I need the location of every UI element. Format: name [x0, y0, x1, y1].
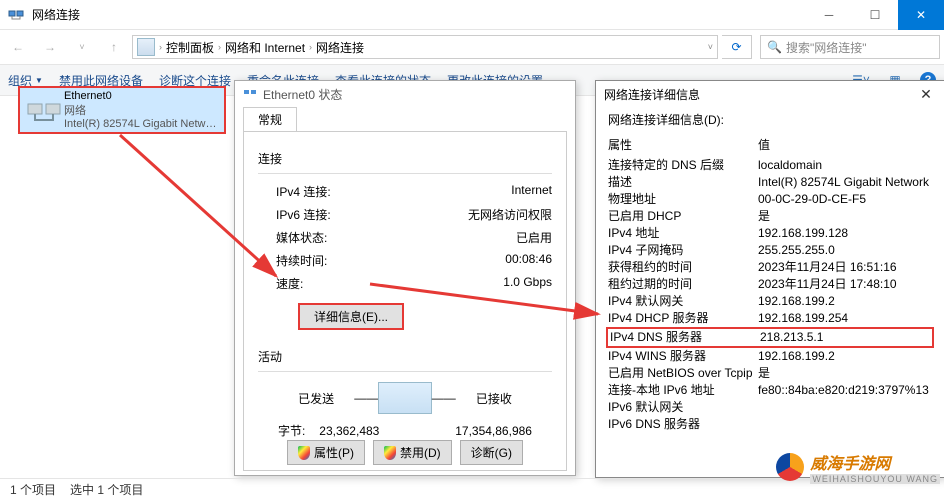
- details-body: 连接特定的 DNS 后缀localdomain描述Intel(R) 82574L…: [596, 155, 944, 441]
- adapter-desc: Intel(R) 82574L Gigabit Networ...: [64, 118, 220, 130]
- details-close-button[interactable]: ✕: [916, 86, 936, 103]
- details-row: 物理地址00-0C-29-0D-CE-F5: [608, 191, 932, 208]
- details-row: IPv6 默认网关: [608, 399, 932, 416]
- refresh-button[interactable]: ⟳: [722, 35, 752, 59]
- window-title-bar: 网络连接 ─ ☐ ✕: [0, 0, 944, 30]
- disable-button[interactable]: 禁用(D): [373, 440, 452, 465]
- crumb-2[interactable]: 网络和 Internet: [225, 39, 305, 56]
- crumb-dropdown[interactable]: ˅: [708, 42, 713, 52]
- maximize-button[interactable]: ☐: [852, 0, 898, 30]
- activity-icon: [378, 382, 431, 414]
- details-row: IPv4 地址192.168.199.128: [608, 225, 932, 242]
- details-row: 已启用 NetBIOS over Tcpip是: [608, 365, 932, 382]
- status-dialog: Ethernet0 状态 常规 连接 IPv4 连接:Internet IPv6…: [234, 80, 576, 476]
- crumb-3[interactable]: 网络连接: [316, 39, 364, 56]
- item-count: 1 个项目: [10, 481, 56, 498]
- shield-icon: [298, 446, 310, 460]
- watermark: 威海手游网 WEIHAISHOUYOU WANG: [776, 450, 940, 484]
- bytes-sent: 23,362,483: [319, 424, 379, 438]
- tab-general[interactable]: 常规: [243, 107, 297, 131]
- details-button[interactable]: 详细信息(E)...: [298, 303, 404, 330]
- details-row: IPv4 WINS 服务器192.168.199.2: [608, 348, 932, 365]
- adapter-name: Ethernet0: [64, 90, 220, 102]
- details-title: 网络连接详细信息: [604, 86, 916, 103]
- details-row: 租约过期的时间2023年11月24日 17:48:10: [608, 276, 932, 293]
- location-icon: [137, 38, 155, 56]
- adapter-net: 网络: [64, 102, 220, 118]
- details-row: 已启用 DHCP是: [608, 208, 932, 225]
- network-icon: [8, 7, 24, 23]
- details-row: 连接特定的 DNS 后缀localdomain: [608, 157, 932, 174]
- details-row: 描述Intel(R) 82574L Gigabit Network Connec…: [608, 174, 932, 191]
- diagnose-button2[interactable]: 诊断(G): [460, 440, 523, 465]
- details-subtitle: 网络连接详细信息(D):: [596, 107, 944, 134]
- details-row: IPv4 DHCP 服务器192.168.199.254: [608, 310, 932, 327]
- details-row: IPv6 DNS 服务器: [608, 416, 932, 433]
- shield-icon: [384, 446, 396, 460]
- details-dialog: 网络连接详细信息 ✕ 网络连接详细信息(D): 属性 值 连接特定的 DNS 后…: [595, 80, 944, 478]
- selected-count: 选中 1 个项目: [70, 481, 143, 498]
- properties-button[interactable]: 属性(P): [287, 440, 365, 465]
- status-icon: [243, 87, 257, 101]
- details-header: 属性 值: [596, 134, 944, 155]
- navigation-bar: ← → ˅ ↑ › 控制面板 › 网络和 Internet › 网络连接 ˅ ⟳…: [0, 30, 944, 64]
- forward-button[interactable]: →: [36, 33, 64, 61]
- adapter-icon: [24, 90, 64, 130]
- watermark-logo: [776, 453, 804, 481]
- window-title: 网络连接: [32, 6, 806, 23]
- details-row: IPv4 DNS 服务器218.213.5.1: [606, 327, 934, 348]
- adapter-ethernet0[interactable]: Ethernet0 网络 Intel(R) 82574L Gigabit Net…: [18, 86, 226, 134]
- details-row: IPv4 默认网关192.168.199.2: [608, 293, 932, 310]
- breadcrumb[interactable]: › 控制面板 › 网络和 Internet › 网络连接 ˅: [132, 35, 718, 59]
- search-placeholder: 搜索"网络连接": [786, 39, 867, 56]
- back-button[interactable]: ←: [4, 33, 32, 61]
- details-row: 获得租约的时间2023年11月24日 16:51:16: [608, 259, 932, 276]
- status-dialog-title: Ethernet0 状态: [235, 81, 575, 107]
- sent-label: 已发送: [278, 390, 354, 407]
- minimize-button[interactable]: ─: [806, 0, 852, 30]
- recv-label: 已接收: [456, 390, 532, 407]
- conn-section: 连接: [258, 150, 552, 167]
- bytes-label: 字节:: [278, 422, 305, 439]
- activity-section: 活动: [258, 348, 552, 365]
- bytes-recv: 17,354,86,986: [455, 424, 532, 438]
- search-input[interactable]: 🔍 搜索"网络连接": [760, 35, 940, 59]
- recent-dropdown[interactable]: ˅: [68, 33, 96, 61]
- search-icon: 🔍: [767, 40, 782, 54]
- close-button[interactable]: ✕: [898, 0, 944, 30]
- details-row: IPv4 子网掩码255.255.255.0: [608, 242, 932, 259]
- details-row: 连接-本地 IPv6 地址fe80::84ba:e820:d219:3797%1…: [608, 382, 932, 399]
- up-button[interactable]: ↑: [100, 33, 128, 61]
- crumb-1[interactable]: 控制面板: [166, 39, 214, 56]
